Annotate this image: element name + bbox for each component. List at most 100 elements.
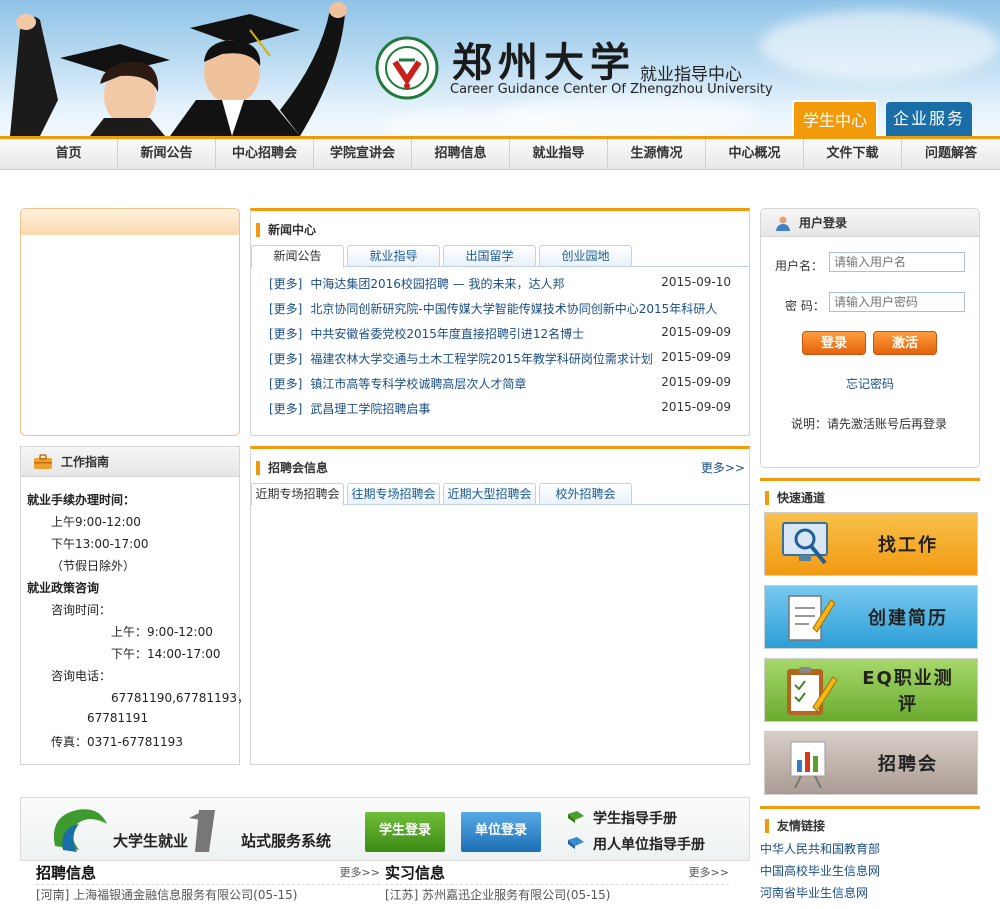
nav-item-college-talks[interactable]: 学院宣讲会	[314, 139, 412, 169]
news-center-panel: 新闻中心 新闻公告 就业指导 出国留学 创业园地 [更多] 中海达集团2016校园…	[250, 208, 750, 436]
activate-button[interactable]: 激活	[873, 331, 937, 355]
main-nav: 首页 新闻公告 中心招聘会 学院宣讲会 招聘信息 就业指导 生源情况 中心概况 …	[0, 136, 1000, 170]
quick-access-header: 快速通道	[760, 478, 980, 508]
create-resume-button[interactable]: 创建简历	[764, 585, 978, 649]
nav-item-home[interactable]: 首页	[20, 139, 118, 169]
guide-line: 67781191	[87, 711, 149, 725]
job-fair-quick-label: 招聘会	[878, 754, 938, 775]
nav-item-news[interactable]: 新闻公告	[118, 139, 216, 169]
news-more-tag: [更多]	[269, 402, 303, 416]
news-item[interactable]: [更多] 中海达集团2016校园招聘 — 我的未来，达人邦 2015-09-10	[269, 275, 731, 292]
eq-assessment-button[interactable]: EQ职业测评	[764, 658, 978, 722]
brand-text-a: 大学生就业	[113, 832, 189, 850]
guide-line: 下午：14:00-17:00	[111, 647, 221, 661]
section-bar-icon	[256, 460, 260, 475]
news-more-tag: [更多]	[269, 377, 303, 391]
work-guide-header: 工作指南	[21, 447, 239, 477]
link-graduate-info-network[interactable]: 中国高校毕业生信息网	[760, 860, 980, 882]
book-green-icon	[568, 811, 584, 823]
username-label: 用户名：	[775, 259, 824, 273]
job-fair-more-link[interactable]: 更多>>	[701, 459, 745, 476]
student-manual-link[interactable]: 学生指导手册	[593, 808, 677, 828]
internship-more-link[interactable]: 更多>>	[689, 862, 729, 884]
news-more-tag: [更多]	[269, 327, 303, 341]
guide-line: 上午9:00-12:00	[51, 515, 141, 529]
password-input[interactable]	[829, 292, 965, 312]
login-button[interactable]: 登录	[802, 331, 866, 355]
news-more-tag: [更多]	[269, 352, 303, 366]
user-icon	[776, 216, 790, 231]
resume-pencil-icon	[788, 595, 836, 641]
news-center-title: 新闻中心	[256, 221, 316, 238]
news-item-title: 武昌理工学院招聘启事	[310, 402, 431, 416]
tab-startup[interactable]: 创业园地	[539, 245, 632, 267]
tab-career-guidance[interactable]: 就业指导	[347, 245, 440, 267]
create-resume-label: 创建简历	[868, 608, 948, 629]
quick-access-label: 快速通道	[777, 491, 826, 505]
university-logo-icon	[375, 36, 439, 100]
job-fair-panel: 招聘会信息 更多>> 近期专场招聘会 往期专场招聘会 近期大型招聘会 校外招聘会	[250, 446, 750, 765]
nav-item-students[interactable]: 生源情况	[608, 139, 706, 169]
work-guide-panel: 工作指南 就业手续办理时间： 上午9:00-12:00 下午13:00-17:0…	[20, 446, 249, 765]
news-item[interactable]: [更多] 镇江市高等专科学校诚聘高层次人才简章 2015-09-09	[269, 375, 731, 392]
tab-recent-large-fairs[interactable]: 近期大型招聘会	[443, 483, 536, 505]
tab-study-abroad[interactable]: 出国留学	[443, 245, 536, 267]
section-bar-icon	[765, 818, 769, 833]
graduates-banner-image	[10, 2, 347, 136]
student-center-tab[interactable]: 学生中心	[792, 100, 878, 136]
news-tabs: 新闻公告 就业指导 出国留学 创业园地	[251, 245, 749, 268]
tab-news-announcements[interactable]: 新闻公告	[251, 245, 344, 268]
tab-recent-special-fairs[interactable]: 近期专场招聘会	[251, 483, 344, 506]
section-bar-icon	[256, 222, 260, 237]
student-login-button[interactable]: 学生登录	[365, 812, 445, 852]
link-henan-graduate-network[interactable]: 河南省毕业生信息网	[760, 882, 980, 904]
news-more-tag: [更多]	[269, 302, 303, 316]
company-login-button[interactable]: 单位登录	[461, 812, 541, 852]
company-service-tab[interactable]: 企业服务	[886, 102, 972, 136]
guide-line: 传真：0371-67781193	[51, 735, 183, 749]
nav-item-faq[interactable]: 问题解答	[902, 139, 1000, 169]
nav-item-recruitment[interactable]: 招聘信息	[412, 139, 510, 169]
clipboard-check-icon	[787, 667, 838, 715]
tab-offcampus-fairs[interactable]: 校外招聘会	[539, 483, 632, 505]
guide-line: 下午13:00-17:00	[51, 537, 149, 551]
work-guide-title: 工作指南	[61, 455, 110, 469]
one-stop-service-banner: 大学生就业 站式服务系统 学生登录 单位登录 学生指导手册 用人单位指导手册	[20, 797, 750, 861]
news-item-date: 2015-09-09	[661, 375, 731, 389]
recruitment-more-link[interactable]: 更多>>	[340, 862, 380, 884]
username-input[interactable]	[829, 252, 965, 272]
news-item-title: 福建农林大学交通与土木工程学院2015年教学科研岗位需求计划	[310, 352, 653, 366]
company-manual-link[interactable]: 用人单位指导手册	[593, 834, 705, 854]
guide-line: 咨询电话：	[51, 669, 112, 683]
tab-past-special-fairs[interactable]: 往期专场招聘会	[347, 483, 440, 505]
guide-line: 就业政策咨询	[27, 581, 100, 595]
link-ministry-of-education[interactable]: 中华人民共和国教育部	[760, 838, 980, 860]
password-label: 密 码：	[785, 299, 825, 313]
list-item[interactable]: [江苏] 苏州嘉迅企业服务有限公司(05-15)	[385, 884, 729, 904]
news-item[interactable]: [更多] 北京协同创新研究院-中国传媒大学智能传媒技术协同创新中心2015年科研人	[269, 300, 731, 317]
section-bar-icon	[765, 490, 769, 505]
nav-item-guidance[interactable]: 就业指导	[510, 139, 608, 169]
internship-info-title: 实习信息	[385, 864, 446, 882]
user-login-title: 用户登录	[799, 216, 848, 230]
news-more-tag: [更多]	[269, 277, 303, 291]
news-item[interactable]: [更多] 福建农林大学交通与土木工程学院2015年教学科研岗位需求计划 2015-…	[269, 350, 731, 367]
news-item[interactable]: [更多] 中共安徽省委党校2015年度直接招聘引进12名博士 2015-09-09	[269, 325, 731, 342]
news-item[interactable]: [更多] 武昌理工学院招聘启事 2015-09-09	[269, 400, 731, 417]
panel-header-strip	[21, 209, 239, 235]
forgot-password-link[interactable]: 忘记密码	[846, 375, 894, 392]
find-job-button[interactable]: 找工作	[764, 512, 978, 576]
friendly-links-title: 友情链接	[765, 817, 825, 834]
list-item[interactable]: [河南] 上海福银通金融信息服务有限公司(05-15)	[36, 884, 380, 904]
nav-item-downloads[interactable]: 文件下载	[804, 139, 902, 169]
news-item-title: 北京协同创新研究院-中国传媒大学智能传媒技术协同创新中心2015年科研人	[310, 302, 718, 316]
nav-item-about[interactable]: 中心概况	[706, 139, 804, 169]
nav-item-center-fair[interactable]: 中心招聘会	[216, 139, 314, 169]
job-fair-tabs: 近期专场招聘会 往期专场招聘会 近期大型招聘会 校外招聘会	[251, 483, 749, 506]
friendly-links-label: 友情链接	[777, 819, 826, 833]
job-fair-label: 招聘会信息	[268, 461, 329, 475]
news-item-date: 2015-09-10	[661, 275, 731, 289]
job-fair-quick-button[interactable]: 招聘会	[764, 731, 978, 795]
guide-line: 上午：9:00-12:00	[111, 625, 213, 639]
find-job-label: 找工作	[878, 535, 938, 556]
